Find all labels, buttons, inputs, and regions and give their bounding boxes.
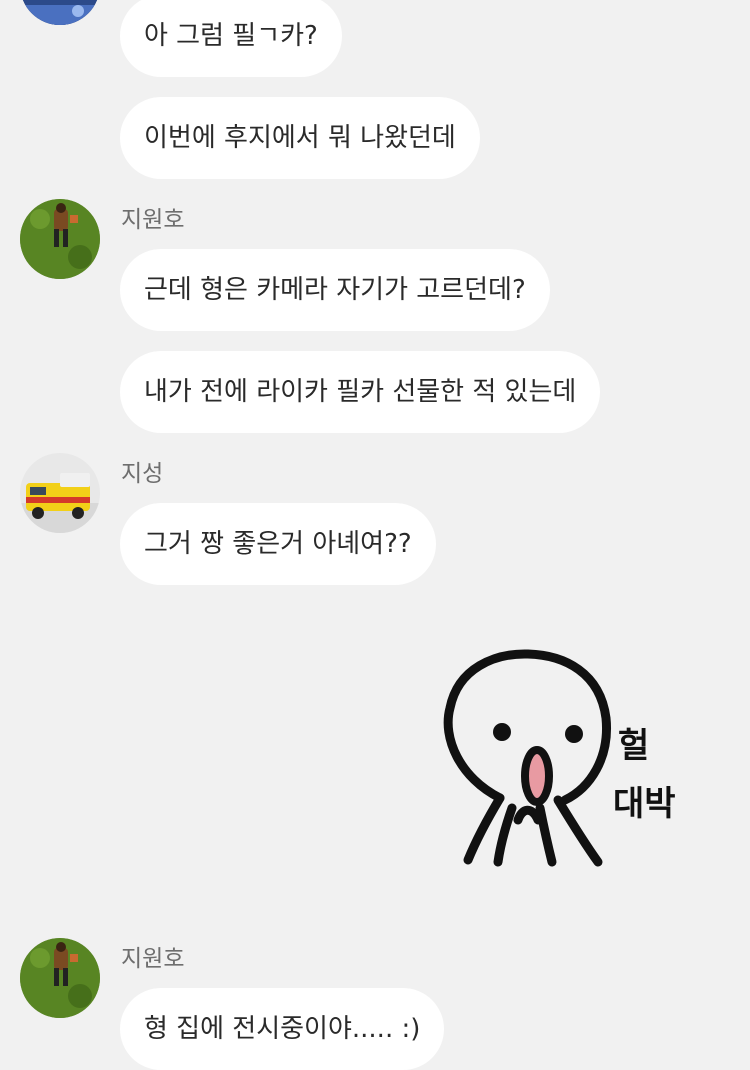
sender-name: 지원호 — [121, 207, 185, 233]
avatar-jiwonho[interactable] — [20, 199, 100, 279]
sticker-text-line2: 대박 — [613, 784, 676, 824]
sticker-text-line1: 헐 — [618, 726, 650, 766]
avatar-jiwonho[interactable] — [20, 938, 100, 1018]
message-bubble[interactable]: 근데 형은 카메라 자기가 고르던데? — [120, 249, 550, 331]
sender-name: 지성 — [121, 461, 164, 487]
message-bubble[interactable]: 아 그럼 필ㄱ카? — [120, 0, 342, 77]
message-bubble[interactable]: 내가 전에 라이카 필카 선물한 적 있는데 — [120, 351, 601, 433]
message-bubble[interactable]: 형 집에 전시중이야..... :) — [120, 988, 445, 1070]
octopus-sticker-icon[interactable]: 헐 대박 — [440, 648, 700, 870]
message-bubble[interactable]: 이번에 후지에서 뭐 나왔던데 — [120, 97, 480, 179]
message-bubble[interactable]: 그거 짱 좋은거 아녜여?? — [120, 503, 436, 585]
avatar-jiseong[interactable] — [20, 453, 100, 533]
sender-name: 지원호 — [121, 946, 185, 972]
avatar-top[interactable] — [20, 0, 100, 25]
